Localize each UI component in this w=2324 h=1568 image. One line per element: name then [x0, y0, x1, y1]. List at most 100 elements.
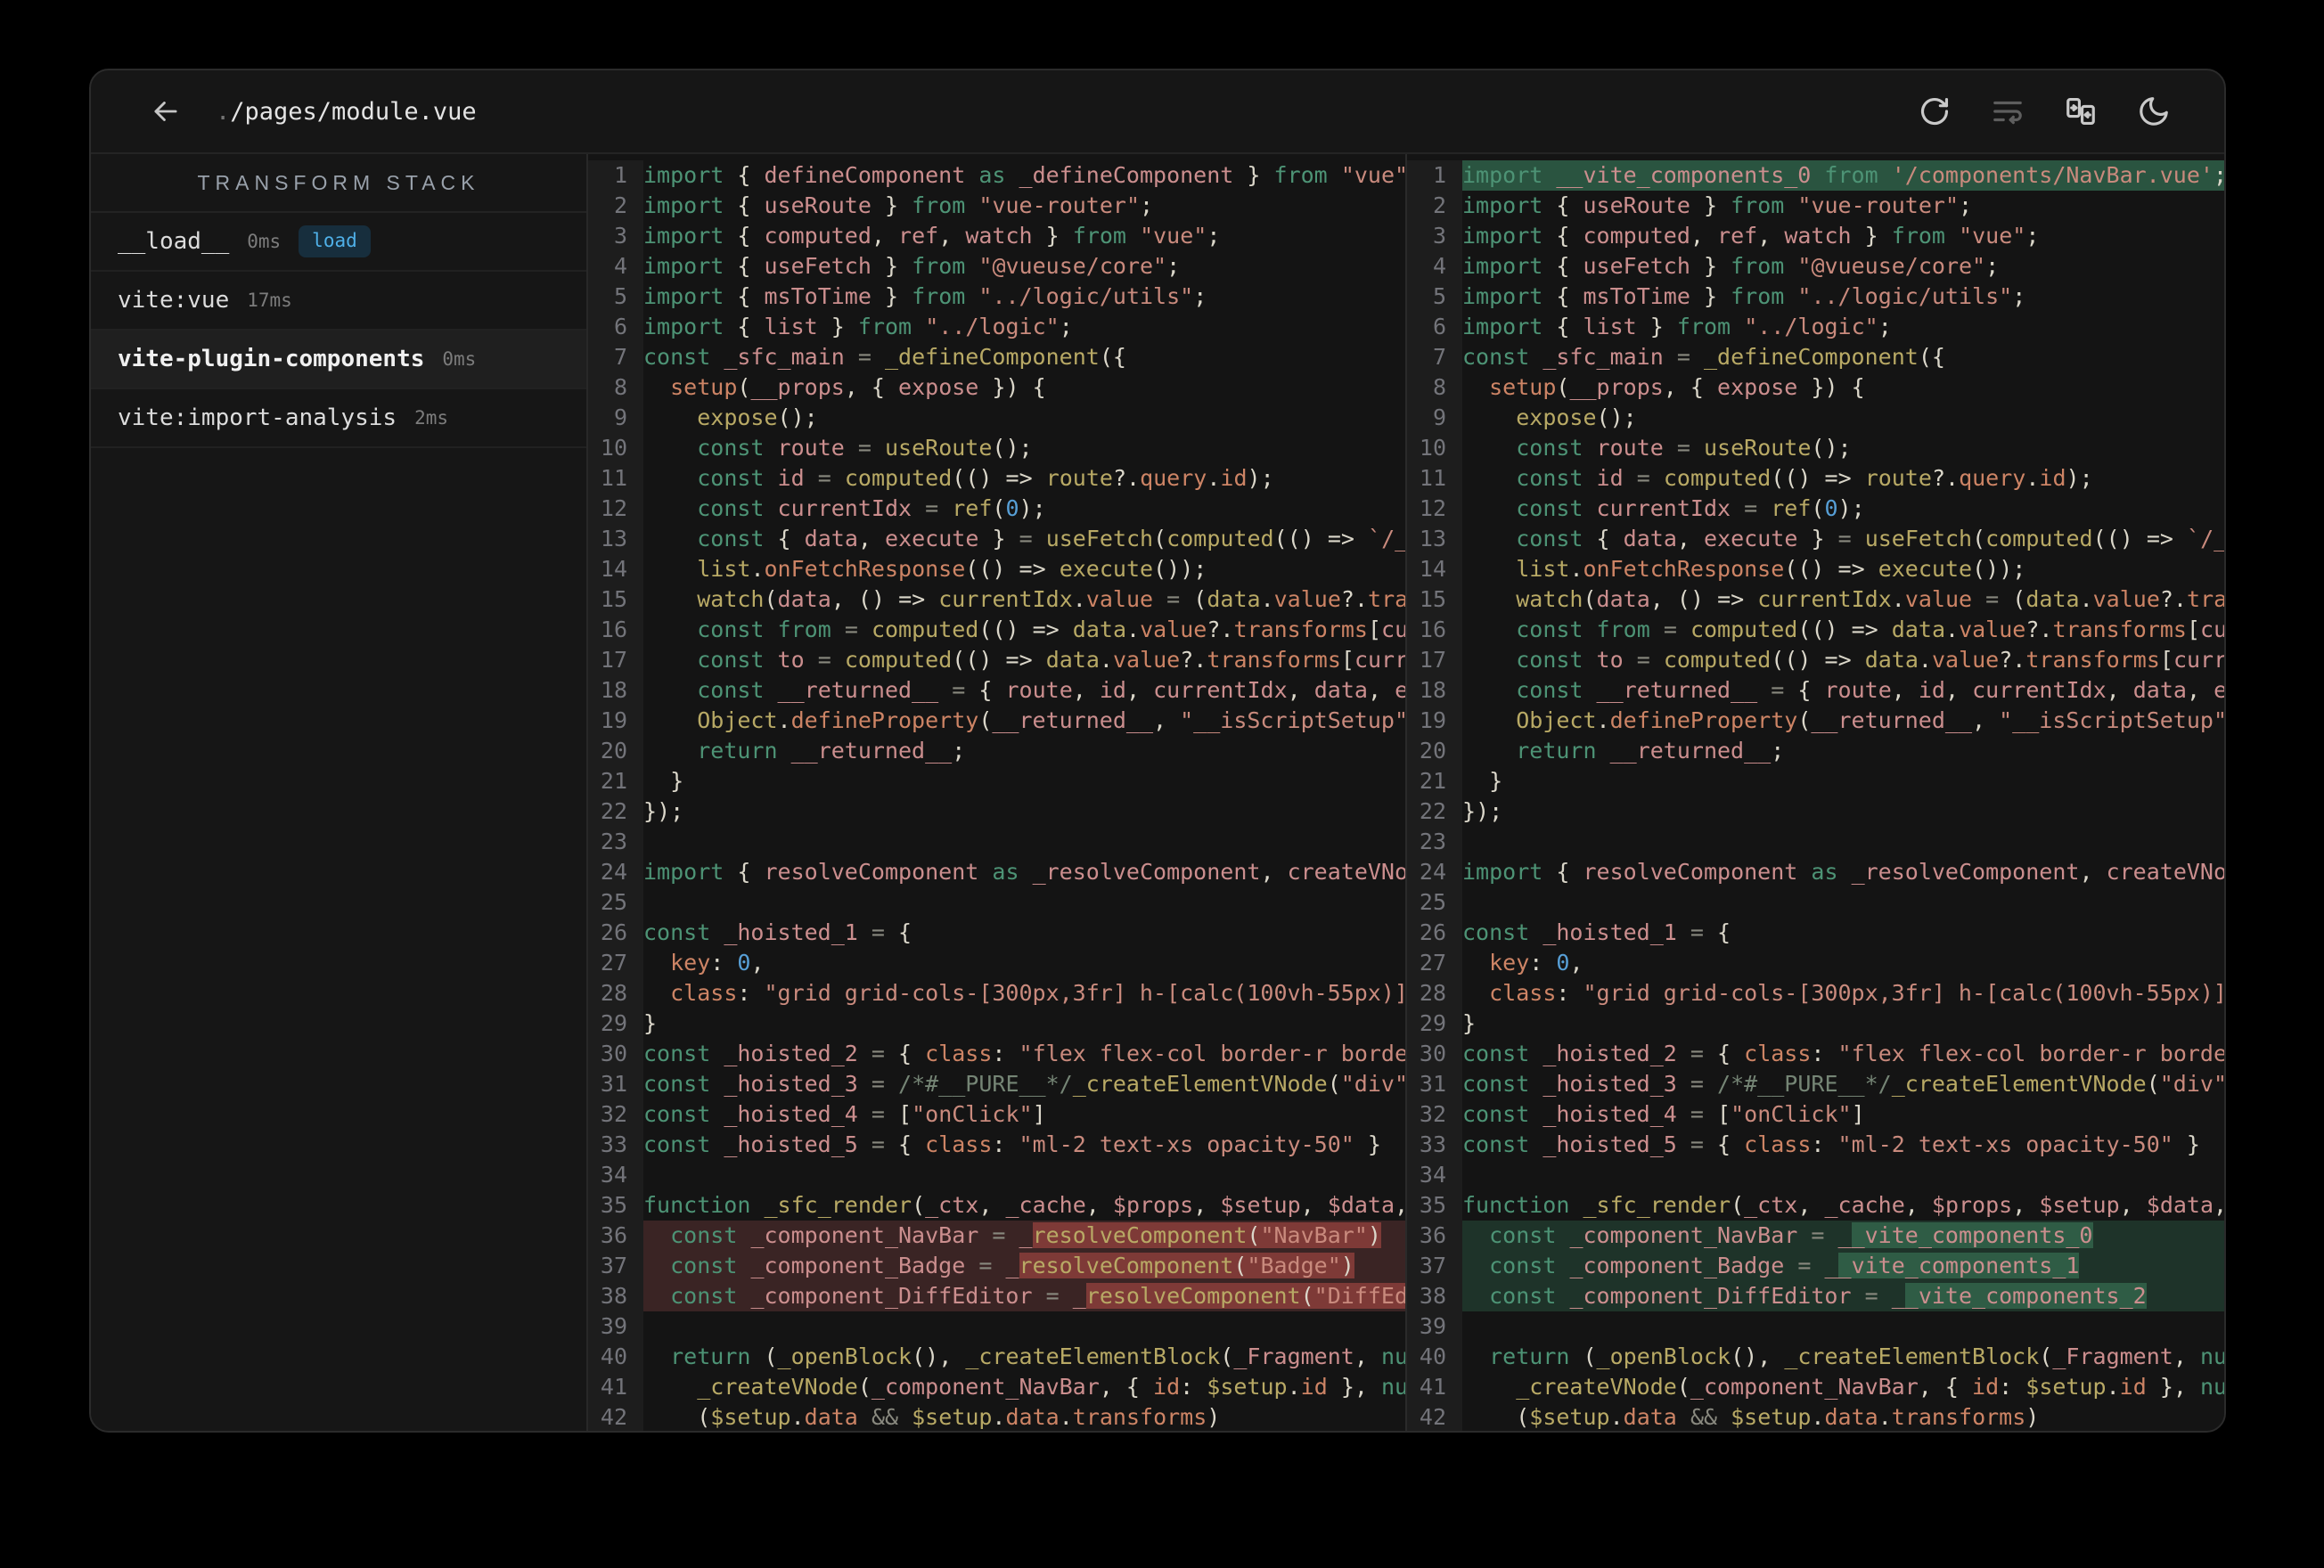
code-line: 8 setup(__props, { expose }) { — [1407, 372, 2224, 403]
plugin-name: vite:vue — [118, 287, 230, 314]
code-panel-after[interactable]: 1 import __vite_components_0 from '/compo… — [1407, 154, 2224, 1431]
line-number: 38 — [1407, 1281, 1462, 1311]
line-number: 29 — [1407, 1009, 1462, 1039]
line-number: 30 — [1407, 1039, 1462, 1069]
topbar: ./pages/module.vue — [91, 70, 2224, 154]
code-text: const currentIdx = ref(0); — [697, 495, 1046, 521]
code-text: const id = computed(() => route?.query.i… — [697, 465, 1274, 491]
plugin-name: vite:import-analysis — [118, 404, 397, 431]
code-text: } — [643, 1010, 658, 1036]
line-number: 20 — [1407, 736, 1462, 766]
code-text: import { useFetch } from "@vueuse/core"; — [643, 253, 1181, 279]
code-line: 15 watch(data, () => currentIdx.value = … — [588, 584, 1405, 615]
code-line: 20 return __returned__; — [1407, 736, 2224, 766]
code-line: 5 import { msToTime } from "../logic/util… — [1407, 282, 2224, 312]
code-line: 9 expose(); — [588, 403, 1405, 433]
code-line: 14 list.onFetchResponse(() => execute())… — [1407, 554, 2224, 584]
arrow-left-icon — [154, 102, 177, 121]
code-text: class: "grid grid-cols-[300px,3fr] h-[ca… — [670, 980, 1405, 1006]
code-line: 12 const currentIdx = ref(0); — [588, 494, 1405, 524]
line-number: 22 — [1407, 796, 1462, 827]
line-number: 39 — [588, 1311, 643, 1342]
code-text: const _hoisted_5 = { class: "ml-2 text-x… — [1462, 1131, 2200, 1157]
code-line: 2 import { useRoute } from "vue-router"; — [588, 191, 1405, 221]
back-button[interactable] — [146, 92, 185, 131]
code-text: const _component_Badge = __vite_componen… — [1462, 1251, 2224, 1281]
diff-word-highlight: resolveComponent("DiffEd — [1085, 1283, 1405, 1309]
line-number: 23 — [1407, 827, 1462, 857]
refresh-icon[interactable] — [1916, 93, 1953, 130]
code-text: const currentIdx = ref(0); — [1516, 495, 1865, 521]
code-text: const { data, execute } = useFetch(compu… — [1516, 526, 2224, 551]
code-text: const __returned__ = { route, id, curren… — [697, 677, 1405, 703]
code-line: 19 Object.defineProperty(__returned__, "… — [1407, 706, 2224, 736]
code-line: 34 — [1407, 1160, 2224, 1190]
sidebar-item-vite-plugin-components[interactable]: vite-plugin-components 0ms — [91, 331, 586, 389]
line-number: 34 — [588, 1160, 643, 1190]
code-line: 26 const _hoisted_1 = { — [1407, 918, 2224, 948]
code-line: 22}); — [1407, 796, 2224, 827]
code-text: setup(__props, { expose }) { — [1489, 374, 1865, 400]
code-line: 33 const _hoisted_5 = { class: "ml-2 text… — [588, 1130, 1405, 1160]
file-title-path: /pages/module.vue — [230, 97, 477, 126]
code-line: 3 import { computed, ref, watch } from "v… — [588, 221, 1405, 251]
line-number: 14 — [588, 554, 643, 584]
line-number: 21 — [588, 766, 643, 796]
code-text: const _sfc_main = _defineComponent({ — [1462, 344, 1945, 370]
code-text: const _component_NavBar = _resolveCompon… — [643, 1221, 1405, 1251]
code-line: 11 const id = computed(() => route?.quer… — [1407, 463, 2224, 494]
line-number: 12 — [1407, 494, 1462, 524]
code-text: const _component_DiffEditor = __vite_com… — [1462, 1281, 2224, 1311]
code-text: const to = computed(() => data.value?.tr… — [1516, 647, 2224, 673]
code-line: 7 const _sfc_main = _defineComponent({ — [588, 342, 1405, 372]
line-number: 42 — [1407, 1402, 1462, 1431]
code-line: 18 const __returned__ = { route, id, cur… — [588, 675, 1405, 706]
line-number: 27 — [588, 948, 643, 978]
sidebar-item-vite-vue[interactable]: vite:vue 17ms — [91, 272, 586, 331]
code-text: _createVNode(_component_NavBar, { id: $s… — [697, 1374, 1405, 1400]
code-text: import { resolveComponent as _resolveCom… — [643, 859, 1405, 885]
line-number: 41 — [1407, 1372, 1462, 1402]
topbar-icons — [1916, 93, 2173, 130]
code-text: ($setup.data && $setup.data.transforms) — [697, 1404, 1221, 1430]
line-number: 40 — [1407, 1342, 1462, 1372]
line-number: 2 — [588, 191, 643, 221]
line-number: 28 — [1407, 978, 1462, 1009]
line-number: 11 — [1407, 463, 1462, 494]
code-line: 29} — [1407, 1009, 2224, 1039]
sidebar-item-vite-import-analysis[interactable]: vite:import-analysis 2ms — [91, 389, 586, 448]
code-text: import { useFetch } from "@vueuse/core"; — [1462, 253, 2000, 279]
code-text: const route = useRoute(); — [697, 435, 1033, 461]
line-number: 9 — [588, 403, 643, 433]
word-wrap-icon[interactable] — [1989, 93, 2026, 130]
code-text: setup(__props, { expose }) { — [670, 374, 1046, 400]
line-number: 2 — [1407, 191, 1462, 221]
code-text: import __vite_components_0 from '/compon… — [1462, 160, 2224, 191]
code-text: return (_openBlock(), _createElementBloc… — [1489, 1343, 2224, 1369]
code-line: 42 ($setup.data && $setup.data.transform… — [588, 1402, 1405, 1431]
line-number: 25 — [1407, 887, 1462, 918]
code-line: 42 ($setup.data && $setup.data.transform… — [1407, 1402, 2224, 1431]
code-line: 35 function _sfc_render(_ctx, _cache, $pr… — [1407, 1190, 2224, 1221]
line-number: 10 — [588, 433, 643, 463]
line-number: 5 — [1407, 282, 1462, 312]
code-line: 11 const id = computed(() => route?.quer… — [588, 463, 1405, 494]
code-text: const _component_NavBar = __vite_compone… — [1462, 1221, 2224, 1251]
code-panel-before[interactable]: 1 import { defineComponent as _defineComp… — [588, 154, 1407, 1431]
code-line: 25 — [1407, 887, 2224, 918]
code-line: 36 const _component_NavBar = _resolveCom… — [588, 1221, 1405, 1251]
code-text: const _component_Badge = _resolveCompone… — [643, 1251, 1405, 1281]
line-number: 13 — [588, 524, 643, 554]
line-number: 23 — [588, 827, 643, 857]
diff-word-highlight: resolveComponent("Badge") — [1019, 1253, 1354, 1278]
plugin-time: 17ms — [247, 290, 292, 311]
code-line: 3 import { computed, ref, watch } from "v… — [1407, 221, 2224, 251]
line-number: 36 — [588, 1221, 643, 1251]
code-text: const _hoisted_3 = /*#__PURE__*/_createE… — [1462, 1071, 2224, 1097]
line-number: 32 — [588, 1099, 643, 1130]
sidebar-item-load[interactable]: __load__ 0ms load — [91, 213, 586, 272]
line-number: 38 — [588, 1281, 643, 1311]
inline-diff-icon[interactable] — [2062, 93, 2099, 130]
moon-icon[interactable] — [2135, 93, 2173, 130]
